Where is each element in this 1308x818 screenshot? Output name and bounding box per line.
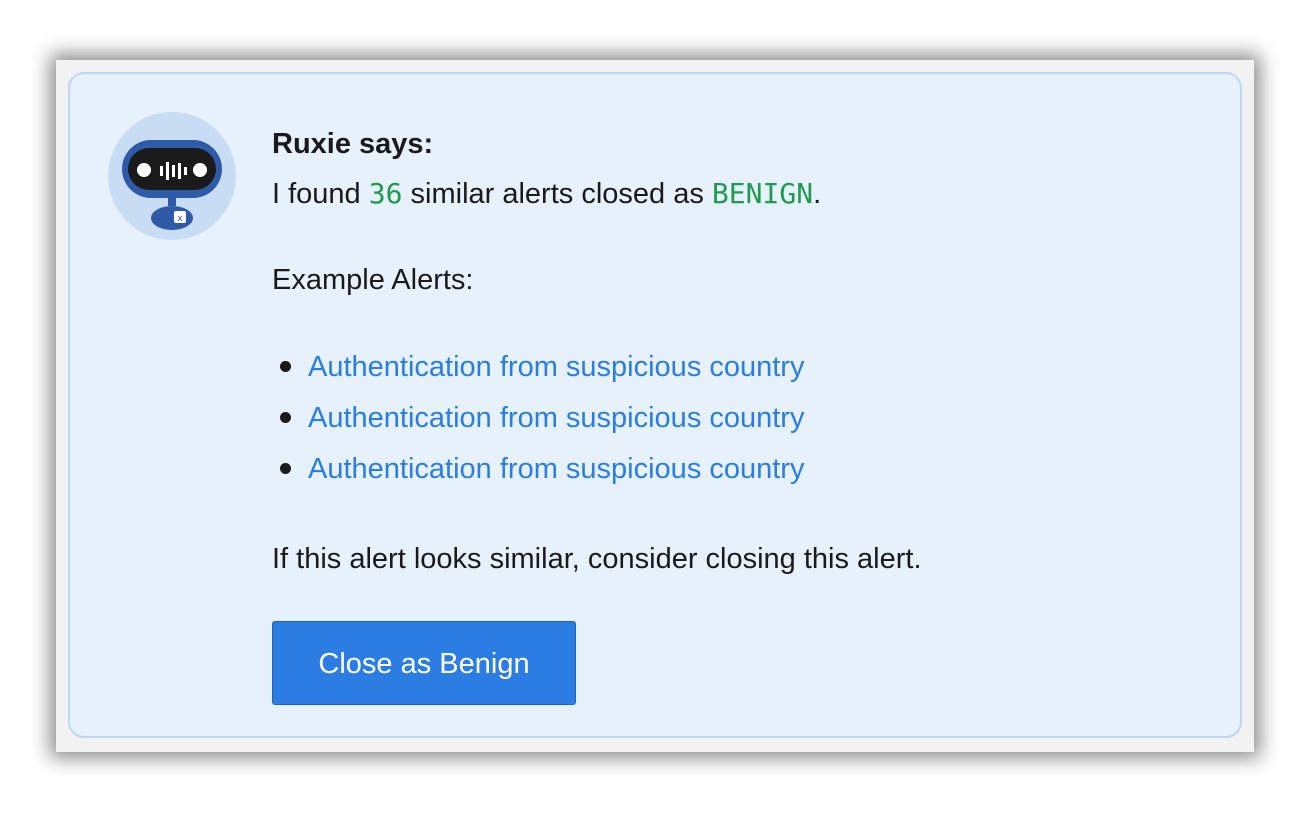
closing-hint: If this alert looks similar, consider cl… (272, 543, 922, 575)
assistant-card: x Ruxie says: I found 36 similar alerts … (68, 72, 1242, 738)
example-alert-link[interactable]: Authentication from suspicious country (308, 402, 804, 434)
bullet-icon (280, 463, 291, 474)
example-alerts-list: Authentication from suspicious country A… (272, 350, 1172, 503)
close-as-benign-button[interactable]: Close as Benign (272, 621, 576, 705)
summary-middle: similar alerts closed as (402, 178, 712, 210)
svg-text:x: x (177, 214, 183, 224)
example-alert-link[interactable]: Authentication from suspicious country (308, 351, 804, 383)
assistant-message: Ruxie says: I found 36 similar alerts cl… (272, 126, 1172, 705)
bullet-icon (280, 361, 291, 372)
summary-suffix: . (813, 178, 822, 210)
verdict-label: BENIGN (711, 177, 814, 210)
summary-prefix: I found (272, 178, 369, 210)
dialog-frame: x Ruxie says: I found 36 similar alerts … (56, 60, 1254, 752)
similar-alerts-count: 36 (368, 177, 403, 210)
list-item: Authentication from suspicious country (272, 401, 1172, 452)
list-item: Authentication from suspicious country (272, 350, 1172, 401)
example-alerts-label: Example Alerts: (272, 264, 474, 296)
robot-icon: x (108, 112, 236, 240)
assistant-heading: Ruxie says: (272, 128, 434, 160)
example-alert-link[interactable]: Authentication from suspicious country (308, 453, 804, 485)
bullet-icon (280, 412, 291, 423)
list-item: Authentication from suspicious country (272, 452, 1172, 503)
similar-alerts-summary: I found 36 similar alerts closed as BENI… (272, 176, 1172, 212)
